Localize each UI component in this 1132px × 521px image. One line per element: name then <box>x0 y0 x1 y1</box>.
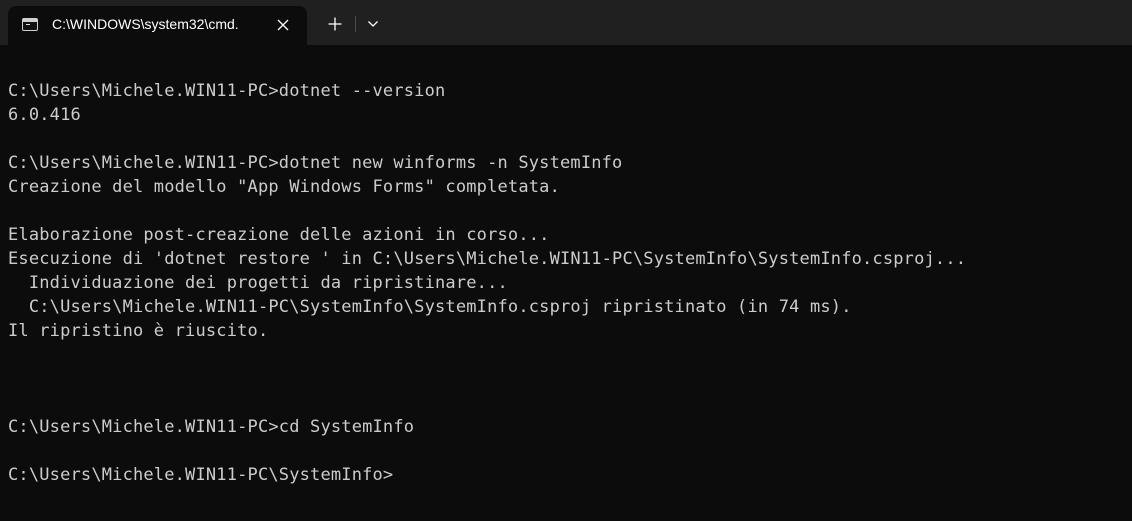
chevron-down-icon <box>368 21 378 27</box>
close-icon <box>277 19 289 31</box>
terminal-line: Il ripristino è riuscito. <box>8 321 269 341</box>
terminal-line: C:\Users\Michele.WIN11-PC\SystemInfo\Sys… <box>8 297 852 317</box>
terminal-line: C:\Users\Michele.WIN11-PC>dotnet new win… <box>8 153 623 173</box>
terminal-line: C:\Users\Michele.WIN11-PC>cd SystemInfo <box>8 417 415 437</box>
terminal-line: C:\Users\Michele.WIN11-PC>dotnet --versi… <box>8 81 446 101</box>
terminal-line: Elaborazione post-creazione delle azioni… <box>8 225 550 245</box>
tab-dropdown-button[interactable] <box>360 8 386 40</box>
terminal-output[interactable]: C:\Users\Michele.WIN11-PC>dotnet --versi… <box>0 45 1132 521</box>
title-bar: C:\WINDOWS\system32\cmd. <box>0 0 1132 45</box>
tab-title: C:\WINDOWS\system32\cmd. <box>52 16 239 32</box>
terminal-line: Creazione del modello "App Windows Forms… <box>8 177 560 197</box>
terminal-line: Esecuzione di 'dotnet restore ' in C:\Us… <box>8 249 967 269</box>
terminal-line: 6.0.416 <box>8 105 81 125</box>
tab-cmd[interactable]: C:\WINDOWS\system32\cmd. <box>8 6 307 45</box>
terminal-prompt[interactable]: C:\Users\Michele.WIN11-PC\SystemInfo> <box>8 463 966 487</box>
tab-divider <box>355 16 356 32</box>
new-tab-button[interactable] <box>319 8 351 40</box>
plus-icon <box>328 17 342 31</box>
close-tab-button[interactable] <box>270 13 296 37</box>
terminal-lines: C:\Users\Michele.WIN11-PC>dotnet --versi… <box>8 79 966 487</box>
terminal-line: Individuazione dei progetti da ripristin… <box>8 273 508 293</box>
cmd-icon <box>22 18 38 31</box>
